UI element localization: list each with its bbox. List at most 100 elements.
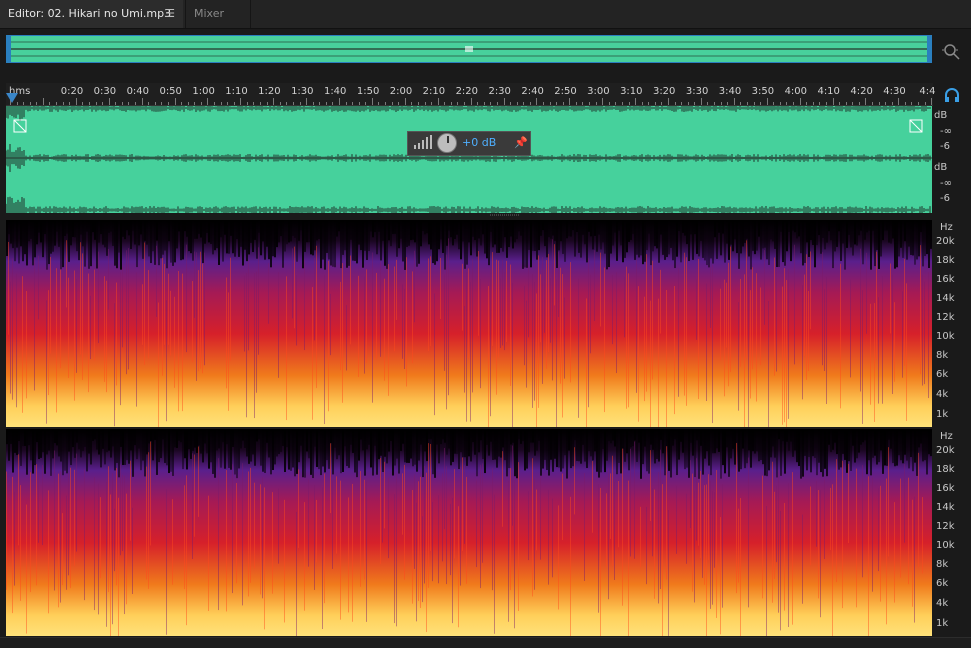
pin-icon[interactable]: 📌 <box>514 136 528 149</box>
spectrogram-streak <box>786 280 787 427</box>
spectrogram-streak <box>462 429 464 458</box>
spectrogram-streak <box>510 468 511 591</box>
spectrogram-streak <box>192 429 194 451</box>
spectrogram-streak <box>800 220 802 254</box>
spectrogram-streak <box>26 291 27 399</box>
headphone-monitor-icon[interactable] <box>944 88 960 102</box>
spectrogram-streak <box>314 257 315 341</box>
spectrogram-streak <box>334 429 336 448</box>
spectrogram-streak <box>426 472 427 633</box>
spectrogram-streak <box>900 478 901 578</box>
spectrogram-streak <box>210 220 212 244</box>
spectrogram-streak <box>616 272 617 374</box>
spectrogram-streak <box>42 220 44 258</box>
spectrogram-streak <box>774 491 775 579</box>
spectrogram-streak <box>244 429 246 448</box>
spectrogram-streak <box>874 220 876 267</box>
playhead-marker[interactable] <box>6 93 18 103</box>
spectrogram-streak <box>776 220 778 268</box>
spectrogram-streak <box>12 476 13 614</box>
spectrogram-streak <box>310 220 312 255</box>
ruler-tick <box>332 102 334 105</box>
channel1-db-label: dB <box>934 110 948 121</box>
spectrogram-streak <box>462 263 463 331</box>
spectrogram-streak <box>810 220 812 241</box>
spectrogram-streak <box>324 473 325 604</box>
spectrogram-streak <box>668 429 670 471</box>
spectrogram-streak <box>130 220 132 249</box>
spectrogram-streak <box>334 220 336 268</box>
tab-editor[interactable]: Editor: 02. Hikari no Umi.mp3 ☰ <box>0 0 183 28</box>
gain-knob-icon[interactable] <box>437 133 457 153</box>
spectrogram-streak <box>418 481 419 602</box>
spectrogram-streak <box>304 502 305 611</box>
spectrogram-streak <box>854 429 856 463</box>
overview-waveform[interactable] <box>6 35 932 63</box>
spectrogram-streak <box>540 429 542 476</box>
spectrogram-streak <box>904 220 906 242</box>
spectrogram-streak <box>296 429 298 474</box>
spectrogram-channel2[interactable] <box>6 429 932 636</box>
spectrogram-streak <box>312 287 313 420</box>
time-ruler[interactable]: hms 0:20 0:30 0:40 0:50 1:00 1:10 1:20 1:30 1:40… <box>6 83 935 106</box>
spectrogram-streak <box>754 220 756 255</box>
spectrogram-streak <box>482 429 484 460</box>
spectrogram-streak <box>270 220 272 268</box>
spectrogram-streak <box>610 220 612 254</box>
spectrogram-streak <box>422 516 423 603</box>
hud-gain-value[interactable]: +0 dB <box>462 136 496 149</box>
spectrogram-streak <box>862 465 863 578</box>
spectrogram-streak <box>512 445 513 526</box>
spectrogram-streak <box>6 471 7 590</box>
spectrogram-streak <box>650 300 651 427</box>
tab-mixer[interactable]: Mixer <box>185 0 251 28</box>
panel-resize-grip[interactable] <box>490 213 520 217</box>
ruler-tick-label: 2:40 <box>521 86 544 97</box>
spectrogram-streak <box>906 283 907 421</box>
hz-label: Hz <box>940 222 953 233</box>
spectrogram-channel1[interactable] <box>6 220 932 427</box>
hamburger-menu-icon[interactable]: ☰ <box>165 0 175 28</box>
ruler-tick <box>240 98 242 105</box>
spectrogram-streak <box>592 461 593 533</box>
spectrogram-streak <box>68 429 70 452</box>
ruler-tick <box>102 102 104 105</box>
spectrogram-streak <box>368 429 370 445</box>
spectrogram-streak <box>744 429 746 469</box>
spectrogram-streak <box>696 220 698 254</box>
spectrogram-streak <box>110 494 111 636</box>
spectrogram-streak <box>340 220 342 269</box>
spectrogram-streak <box>26 504 27 634</box>
spectrogram-streak <box>690 460 691 529</box>
spectrogram-streak <box>28 429 30 446</box>
spectrogram-streak <box>14 220 16 262</box>
spectrogram-streak <box>802 220 804 266</box>
spectrogram-streak <box>706 484 707 636</box>
spectrogram-streak <box>236 483 237 584</box>
spectrogram-streak <box>848 463 849 544</box>
spectrogram-streak <box>432 220 434 264</box>
spectrogram-streak <box>84 469 85 601</box>
spectrogram-streak <box>30 472 31 593</box>
spectrogram-streak <box>804 274 805 356</box>
waveform-editor[interactable] <box>5 94 932 224</box>
ruler-tick <box>23 102 25 105</box>
spectrogram-streak <box>578 429 580 462</box>
spectrogram-streak <box>692 220 694 260</box>
ruler-tick <box>516 102 518 105</box>
spectrogram-streak <box>424 429 426 452</box>
spectrogram-streak <box>280 429 282 453</box>
spectrogram-streak <box>644 220 646 262</box>
spectrogram-streak <box>62 513 63 586</box>
ruler-tick <box>891 102 893 105</box>
spectrogram-streak <box>128 429 130 464</box>
spectrogram-streak <box>922 497 923 574</box>
spectrogram-streak <box>612 455 613 566</box>
zoom-magnifier-icon[interactable] <box>940 40 962 62</box>
spectrogram-streak <box>76 429 78 443</box>
spectrogram-streak <box>732 220 734 252</box>
spectrogram-streak <box>54 450 55 591</box>
spectrogram-streak <box>820 429 822 473</box>
spectrogram-streak <box>156 220 158 241</box>
spectrogram-streak <box>270 429 272 475</box>
